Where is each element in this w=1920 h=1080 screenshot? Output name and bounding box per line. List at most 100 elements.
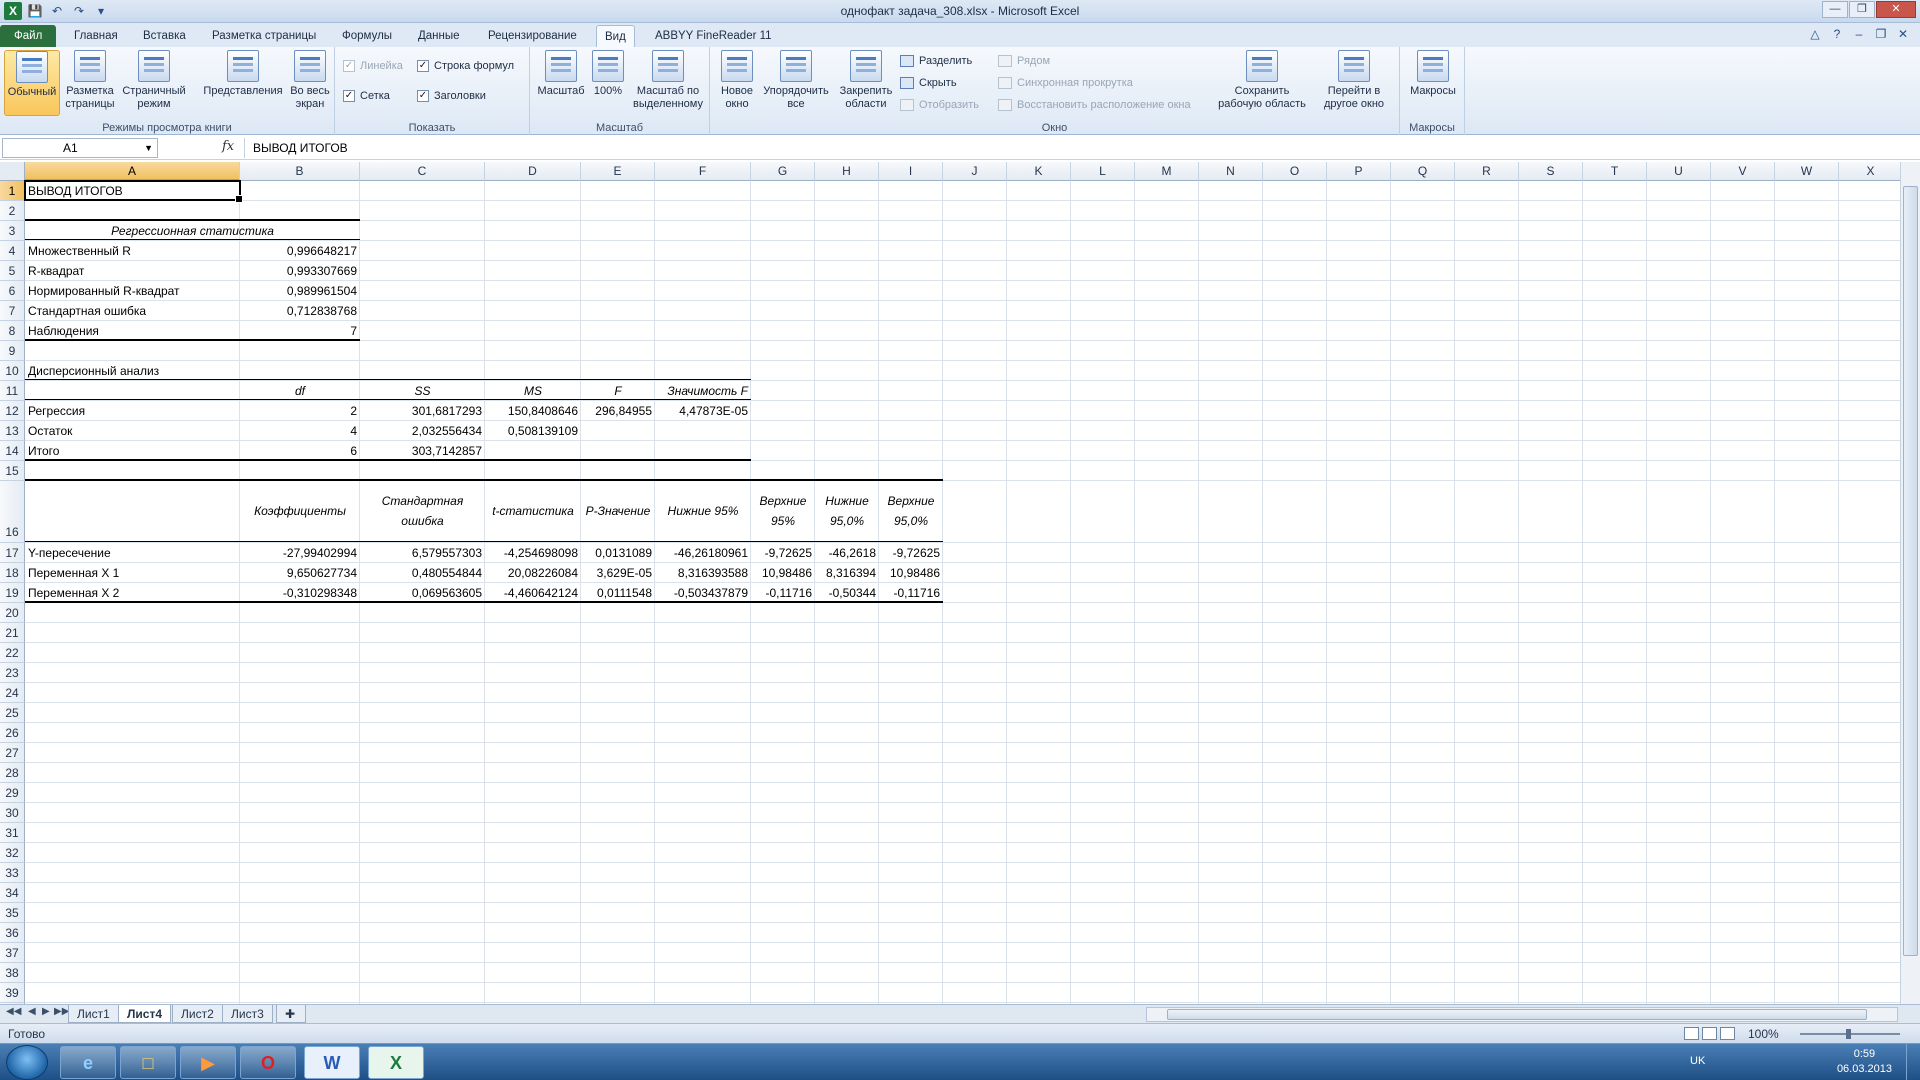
- column-header-c[interactable]: C: [360, 162, 485, 181]
- cell-b4[interactable]: 0,996648217: [240, 241, 360, 261]
- cell-b11[interactable]: df: [240, 381, 360, 401]
- row-header[interactable]: 39: [0, 983, 25, 1003]
- column-header-n[interactable]: N: [1199, 162, 1263, 181]
- page-layout-icon[interactable]: [1702, 1027, 1717, 1040]
- column-header-i[interactable]: I: [879, 162, 943, 181]
- cell-c11[interactable]: SS: [360, 381, 485, 401]
- side-by-side-button[interactable]: Рядом: [998, 52, 1050, 70]
- scroll-thumb[interactable]: [1903, 186, 1918, 956]
- minimize-button[interactable]: —: [1822, 1, 1848, 18]
- column-header-q[interactable]: Q: [1391, 162, 1455, 181]
- media-player-icon[interactable]: ▶: [180, 1046, 236, 1079]
- column-header-b[interactable]: B: [240, 162, 360, 181]
- cell-a4[interactable]: Множественный R: [25, 241, 240, 261]
- row-header[interactable]: 19: [0, 583, 25, 603]
- column-header-k[interactable]: K: [1007, 162, 1071, 181]
- cell-g18[interactable]: 10,98486: [751, 563, 815, 583]
- cell-a19[interactable]: Переменная X 2: [25, 583, 240, 603]
- cell-d16[interactable]: t-статистика: [485, 483, 581, 539]
- cell-h18[interactable]: 8,316394: [815, 563, 879, 583]
- column-header-m[interactable]: M: [1135, 162, 1199, 181]
- ie-icon[interactable]: e: [60, 1046, 116, 1079]
- sheet-tab-active[interactable]: Лист4: [118, 1005, 172, 1023]
- row-header[interactable]: 11: [0, 381, 25, 401]
- help-icon[interactable]: ?: [1828, 27, 1846, 43]
- cell-e16[interactable]: P-Значение: [581, 483, 655, 539]
- custom-views-button[interactable]: Представления: [200, 50, 286, 116]
- cell-b17[interactable]: -27,99402994: [240, 543, 360, 563]
- row-header[interactable]: 32: [0, 843, 25, 863]
- word-icon[interactable]: W: [304, 1046, 360, 1079]
- page-layout-view-button[interactable]: Разметка страницы: [64, 50, 116, 116]
- cell-f12[interactable]: 4,47873E-05: [655, 401, 751, 421]
- cell-a10[interactable]: Дисперсионный анализ: [25, 361, 240, 381]
- zoom-100-button[interactable]: 100%: [590, 50, 626, 116]
- cell-a14[interactable]: Итого: [25, 441, 240, 461]
- column-header-j[interactable]: J: [943, 162, 1007, 181]
- tab-home[interactable]: Главная: [66, 25, 126, 47]
- cell-b8[interactable]: 7: [240, 321, 360, 341]
- cell-h16[interactable]: Нижние 95,0%: [815, 483, 879, 539]
- insert-function-icon[interactable]: fx: [222, 139, 234, 154]
- cell-f16[interactable]: Нижние 95%: [655, 483, 751, 539]
- cell-b19[interactable]: -0,310298348: [240, 583, 360, 603]
- gridlines-checkbox[interactable]: ✓ Сетка: [343, 87, 390, 105]
- tab-insert[interactable]: Вставка: [135, 25, 194, 47]
- cell-d18[interactable]: 20,08226084: [485, 563, 581, 583]
- column-header-f[interactable]: F: [655, 162, 751, 181]
- row-header[interactable]: 34: [0, 883, 25, 903]
- vertical-scrollbar[interactable]: [1900, 162, 1920, 1004]
- chevron-down-icon[interactable]: ▼: [144, 139, 153, 157]
- worksheet-grid[interactable]: ABCDEFGHIJKLMNOPQRSTUVWX 1 2 3 4 5 6 7 8 9 10 11 12…: [0, 162, 1900, 1004]
- tab-review[interactable]: Рецензирование: [480, 25, 585, 47]
- cell-c16[interactable]: Стандартная ошибка: [360, 483, 485, 539]
- page-break-view-button[interactable]: Страничный режим: [120, 50, 188, 116]
- column-header-t[interactable]: T: [1583, 162, 1647, 181]
- tab-file[interactable]: Файл: [0, 25, 57, 47]
- row-header[interactable]: 22: [0, 643, 25, 663]
- tab-data[interactable]: Данные: [410, 25, 468, 47]
- save-workspace-button[interactable]: Сохранить рабочую область: [1212, 50, 1312, 116]
- normal-view-icon[interactable]: [1684, 1027, 1699, 1040]
- start-button[interactable]: [6, 1045, 48, 1080]
- headings-checkbox[interactable]: ✓ Заголовки: [417, 87, 486, 105]
- row-header[interactable]: 13: [0, 421, 25, 441]
- sheet-tab[interactable]: Лист1: [68, 1005, 119, 1023]
- zoom-slider[interactable]: [1800, 1029, 1900, 1039]
- clock[interactable]: 0:59 06.03.2013: [1837, 1047, 1892, 1077]
- row-header[interactable]: 38: [0, 963, 25, 983]
- normal-view-button[interactable]: Обычный: [4, 50, 60, 116]
- cell-c17[interactable]: 6,579557303: [360, 543, 485, 563]
- row-header[interactable]: 35: [0, 903, 25, 923]
- row-header[interactable]: 15: [0, 461, 25, 481]
- row-header[interactable]: 28: [0, 763, 25, 783]
- arrange-all-button[interactable]: Упорядочить все: [758, 50, 834, 116]
- select-all-corner[interactable]: [0, 162, 25, 181]
- next-sheet-icon[interactable]: ▶: [42, 1006, 50, 1017]
- zoom-selection-button[interactable]: Масштаб по выделенному: [630, 50, 706, 116]
- full-screen-button[interactable]: Во весь экран: [288, 50, 332, 116]
- minimize-ribbon-icon[interactable]: △: [1806, 27, 1824, 43]
- cell-b14[interactable]: 6: [240, 441, 360, 461]
- column-header-g[interactable]: G: [751, 162, 815, 181]
- formula-bar-checkbox[interactable]: ✓ Строка формул: [417, 57, 514, 75]
- row-header[interactable]: 6: [0, 281, 25, 301]
- excel-taskbar-icon[interactable]: X: [368, 1046, 424, 1079]
- row-header[interactable]: 18: [0, 563, 25, 583]
- row-header[interactable]: 30: [0, 803, 25, 823]
- workbook-close-icon[interactable]: ✕: [1894, 27, 1912, 43]
- cell-b13[interactable]: 4: [240, 421, 360, 441]
- row-header[interactable]: 4: [0, 241, 25, 261]
- cell-c19[interactable]: 0,069563605: [360, 583, 485, 603]
- cell-f19[interactable]: -0,503437879: [655, 583, 751, 603]
- row-header[interactable]: 23: [0, 663, 25, 683]
- column-header-v[interactable]: V: [1711, 162, 1775, 181]
- row-header[interactable]: 37: [0, 943, 25, 963]
- close-button[interactable]: ✕: [1876, 1, 1916, 18]
- cell-a17[interactable]: Y-пересечение: [25, 543, 240, 563]
- explorer-icon[interactable]: □: [120, 1046, 176, 1079]
- cell-c18[interactable]: 0,480554844: [360, 563, 485, 583]
- cell-a8[interactable]: Наблюдения: [25, 321, 240, 341]
- cell-i17[interactable]: -9,72625: [879, 543, 943, 563]
- active-cell[interactable]: [24, 180, 243, 203]
